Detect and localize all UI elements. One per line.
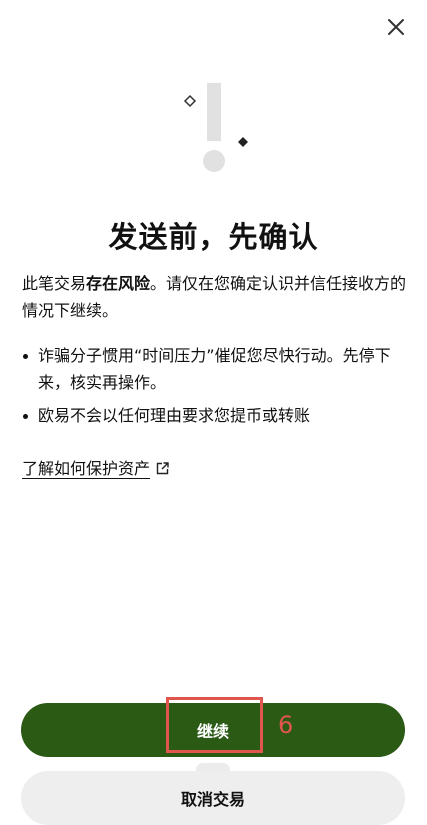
bullet-text: 诈骗分子惯用“时间压力”催促您尽快行动。先停下来，核实再操作。 — [38, 346, 391, 392]
annotation-number: 6 — [278, 711, 294, 739]
dialog-title: 发送前，先确认 — [108, 220, 319, 254]
exclamation-warning-icon — [183, 83, 248, 172]
continue-label: 继续 — [196, 722, 229, 741]
warning-list: 诈骗分子惯用“时间压力”催促您尽快行动。先停下来，核实再操作。 欧易不会以任何理… — [22, 342, 407, 435]
intro-emphasis: 存在风险 — [86, 274, 151, 293]
close-icon[interactable] — [387, 18, 405, 36]
intro-prefix: 此笔交易 — [22, 274, 87, 293]
list-item: 诈骗分子惯用“时间压力”催促您尽快行动。先停下来，核实再操作。 — [22, 342, 407, 396]
continue-button[interactable]: 继续 — [21, 703, 405, 757]
list-item: 欧易不会以任何理由要求您提币或转账 — [22, 402, 407, 429]
bullet-dot — [23, 414, 28, 419]
cancel-transaction-button[interactable]: 取消交易 — [21, 771, 405, 825]
learn-protect-assets-link[interactable]: 了解如何保护资产 — [22, 455, 169, 482]
learn-link-label: 了解如何保护资产 — [22, 459, 151, 478]
bullet-dot — [23, 354, 28, 359]
risk-intro: 此笔交易存在风险。请仅在您确定认识并信任接收方的情况下继续。 — [22, 270, 407, 324]
external-link-icon — [156, 462, 169, 475]
bullet-text: 欧易不会以任何理由要求您提币或转账 — [38, 406, 311, 425]
close-button[interactable] — [384, 15, 408, 39]
cancel-label: 取消交易 — [180, 790, 245, 809]
